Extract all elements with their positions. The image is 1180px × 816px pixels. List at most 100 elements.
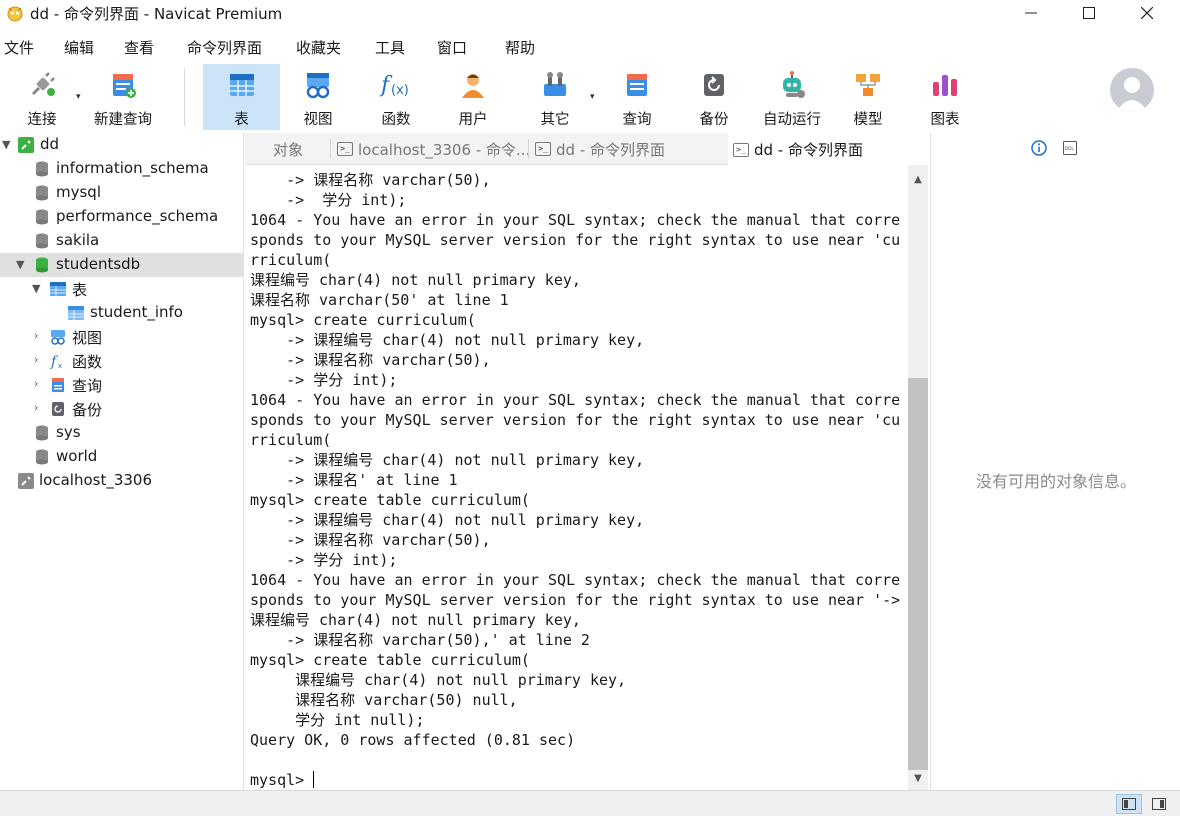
scroll-down-arrow-icon[interactable]: ▼ [908,768,928,788]
menu-favorites[interactable]: 收藏夹 [296,37,341,58]
menu-bar: 文件 编辑 查看 命令列界面 收藏夹 工具 窗口 帮助 [0,36,1180,58]
tree-db-studentsdb[interactable]: ▼ studentsdb [0,253,244,277]
new-query-button[interactable]: 新建查询 [88,64,158,130]
user-avatar[interactable] [1110,68,1154,112]
layout-left-panel-button[interactable] [1116,794,1142,814]
console-icon: >_ [535,142,551,156]
menu-help[interactable]: 帮助 [505,37,535,58]
tab-bar: 对象 >_ localhost_3306 - 命令... >_ dd - 命令列… [245,133,930,166]
connect-button[interactable]: 连接 [14,64,70,130]
chart-button[interactable]: 图表 [912,64,978,130]
other-dropdown-icon[interactable]: ▾ [590,92,595,102]
avatar-icon [1116,77,1148,112]
view-icon [301,68,335,102]
minimize-button[interactable] [1008,0,1054,26]
console-line: rriculum( [250,431,332,449]
window-title: dd - 命令列界面 - Navicat Premium [30,5,283,23]
tree-folder-backups[interactable]: › 备份 [0,397,244,421]
tree-connection-localhost[interactable]: localhost_3306 [0,469,244,493]
chevron-right-icon[interactable]: › [34,329,38,342]
close-button[interactable] [1124,0,1170,26]
view-icon [51,330,65,345]
table-button[interactable]: 表 [203,64,280,130]
tree-connection-dd[interactable]: ▼ dd [0,133,244,157]
tab-dd-console-1[interactable]: >_ dd - 命令列界面 [535,133,665,165]
user-button[interactable]: 用户 [440,64,506,130]
console-scrollbar[interactable]: ▲ ▼ [908,165,928,790]
menu-file[interactable]: 文件 [4,37,34,58]
panel-left-icon [1122,798,1136,810]
tools-icon [538,68,572,102]
database-gray-icon [36,233,48,249]
console-line: -> 课程名称 varchar(50),' at line 2 [250,631,590,649]
tab-objects[interactable]: 对象 [273,133,303,165]
tree-db-sys[interactable]: sys [0,421,244,445]
tree-folder-functions[interactable]: › fx 函数 [0,349,244,373]
backup-button[interactable]: 备份 [681,64,747,130]
console-line: sponds to your MySQL server version for … [250,411,901,429]
tree-db-mysql[interactable]: mysql [0,181,244,205]
database-green-icon [36,257,48,273]
toolbar-separator [184,68,185,126]
function-button[interactable]: f (x) 函数 [363,64,429,130]
function-icon: fx [50,354,62,369]
query-button[interactable]: 查询 [604,64,670,130]
tree-db-performance-schema[interactable]: performance_schema [0,205,244,229]
console-line: -> 课程名称 varchar(50), [250,351,491,369]
menu-window[interactable]: 窗口 [437,37,467,58]
connect-dropdown-icon[interactable]: ▾ [76,92,81,102]
other-button[interactable]: 其它 [522,64,588,130]
console-prompt-line[interactable]: mysql> [250,770,900,790]
console-line: 课程编号 char(4) not null primary key, [250,271,581,289]
svg-text:(x): (x) [391,83,409,98]
chevron-right-icon[interactable]: › [34,401,38,414]
tree-db-world[interactable]: world [0,445,244,469]
model-button[interactable]: 模型 [835,64,901,130]
tree-table-student-info[interactable]: student_info [0,301,244,325]
console-line: 课程编号 char(4) not null primary key, [250,671,627,689]
tab-localhost-console[interactable]: >_ localhost_3306 - 命令... [337,133,530,165]
info-icon[interactable] [1031,140,1047,156]
new-query-icon [106,68,140,102]
layout-right-panel-button[interactable] [1146,794,1172,814]
console-line: mysql> create curriculum( [250,311,476,329]
chevron-right-icon[interactable]: › [34,353,38,366]
table-icon [68,306,84,320]
ddl-icon[interactable]: DDL [1063,141,1077,155]
user-icon [456,68,490,102]
text-cursor [313,771,315,788]
database-gray-icon [36,425,48,441]
scroll-up-arrow-icon[interactable]: ▲ [908,169,928,189]
console-line: 学分 int null); [250,711,425,729]
tree-db-information-schema[interactable]: information_schema [0,157,244,181]
menu-console[interactable]: 命令列界面 [187,37,262,58]
menu-tools[interactable]: 工具 [375,37,405,58]
svg-text:DDL: DDL [1065,146,1075,152]
chevron-down-icon[interactable]: ▼ [32,282,40,295]
menu-view[interactable]: 查看 [124,37,154,58]
scroll-thumb[interactable] [908,378,928,770]
console-line: mysql> create table curriculum( [250,491,530,509]
title-bar: dd - 命令列界面 - Navicat Premium [0,0,1180,26]
console-line: 1064 - You have an error in your SQL syn… [250,211,901,229]
view-button[interactable]: 视图 [285,64,351,130]
automation-button[interactable]: 自动运行 [755,64,829,130]
connection-gray-icon [18,473,34,489]
chevron-right-icon[interactable]: › [34,377,38,390]
svg-text:x: x [58,362,62,369]
console-output[interactable]: -> 课程名称 varchar(50), -> 学分 int); 1064 - Y… [245,165,908,790]
console-line: Query OK, 0 rows affected (0.81 sec) [250,731,576,749]
tab-divider [528,139,529,159]
tree-db-sakila[interactable]: sakila [0,229,244,253]
chevron-down-icon[interactable]: ▼ [16,258,24,271]
tree-folder-views[interactable]: › 视图 [0,325,244,349]
maximize-button[interactable] [1066,0,1112,26]
tab-dd-console-active[interactable]: >_ dd - 命令列界面 [728,133,930,166]
database-gray-icon [36,209,48,225]
tree-folder-tables[interactable]: ▼ 表 [0,277,244,301]
console-line: sponds to your MySQL server version for … [250,231,901,249]
chevron-down-icon[interactable]: ▼ [2,138,10,151]
maximize-icon [1083,7,1095,19]
tree-folder-queries[interactable]: › 查询 [0,373,244,397]
menu-edit[interactable]: 编辑 [64,37,94,58]
